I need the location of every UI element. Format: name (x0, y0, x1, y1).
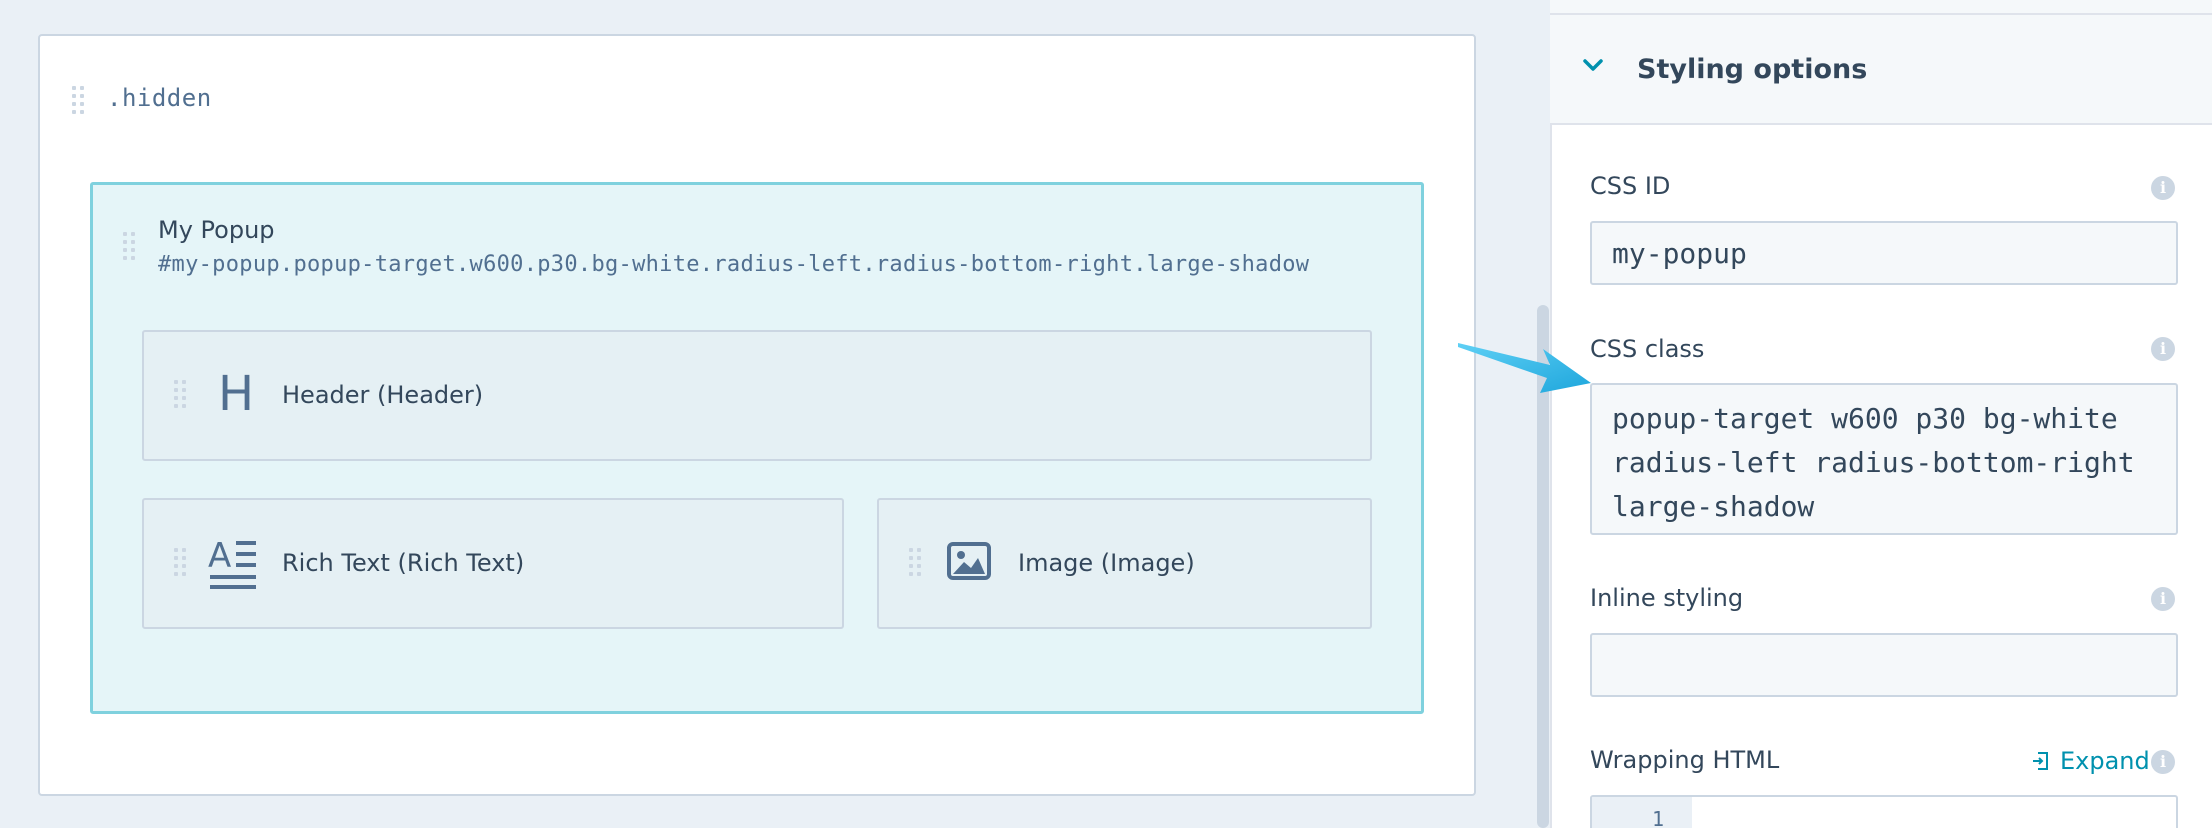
line-number: 1 (1652, 807, 1665, 828)
expand-link[interactable]: Expand (2030, 747, 2150, 775)
info-icon[interactable]: i (2151, 587, 2175, 611)
popup-title: My Popup (158, 216, 275, 244)
rich-text-icon: A (208, 537, 256, 589)
expand-icon (2033, 752, 2048, 770)
inline-styling-input[interactable] (1590, 633, 2178, 697)
css-id-input[interactable] (1590, 221, 2178, 285)
wrapping-html-editor[interactable]: 1 (1590, 795, 2178, 828)
drag-handle-icon[interactable] (123, 232, 135, 262)
annotation-arrow-icon (1458, 343, 1591, 393)
chevron-down-icon[interactable] (1583, 58, 1603, 72)
module-label: Header (Header) (282, 381, 484, 409)
editor-gutter (1592, 797, 1692, 828)
popup-class-path: #my-popup.popup-target.w600.p30.bg-white… (158, 252, 1310, 277)
drag-handle-icon[interactable] (174, 380, 186, 410)
expand-label: Expand (2060, 747, 2150, 775)
info-icon[interactable]: i (2151, 176, 2175, 200)
wrapping-html-label: Wrapping HTML (1590, 746, 1780, 774)
header-icon: H (218, 366, 255, 422)
module-label: Rich Text (Rich Text) (282, 549, 525, 577)
inline-styling-label: Inline styling (1590, 584, 1744, 612)
css-class-label: CSS class (1590, 335, 1705, 363)
info-icon[interactable]: i (2151, 337, 2175, 361)
drag-handle-icon[interactable] (174, 548, 186, 578)
info-icon[interactable]: i (2151, 750, 2175, 774)
section-class-label: .hidden (107, 84, 212, 112)
css-class-input[interactable]: popup-target w600 p30 bg-white radius-le… (1590, 383, 2178, 535)
panel-top-divider (1550, 0, 2212, 15)
drag-handle-icon[interactable] (909, 548, 921, 578)
drag-handle-icon[interactable] (72, 86, 84, 116)
css-id-label: CSS ID (1590, 172, 1671, 200)
image-icon (947, 542, 991, 580)
panel-title: Styling options (1637, 54, 1868, 85)
module-label: Image (Image) (1018, 549, 1195, 577)
svg-text:A: A (208, 537, 231, 576)
